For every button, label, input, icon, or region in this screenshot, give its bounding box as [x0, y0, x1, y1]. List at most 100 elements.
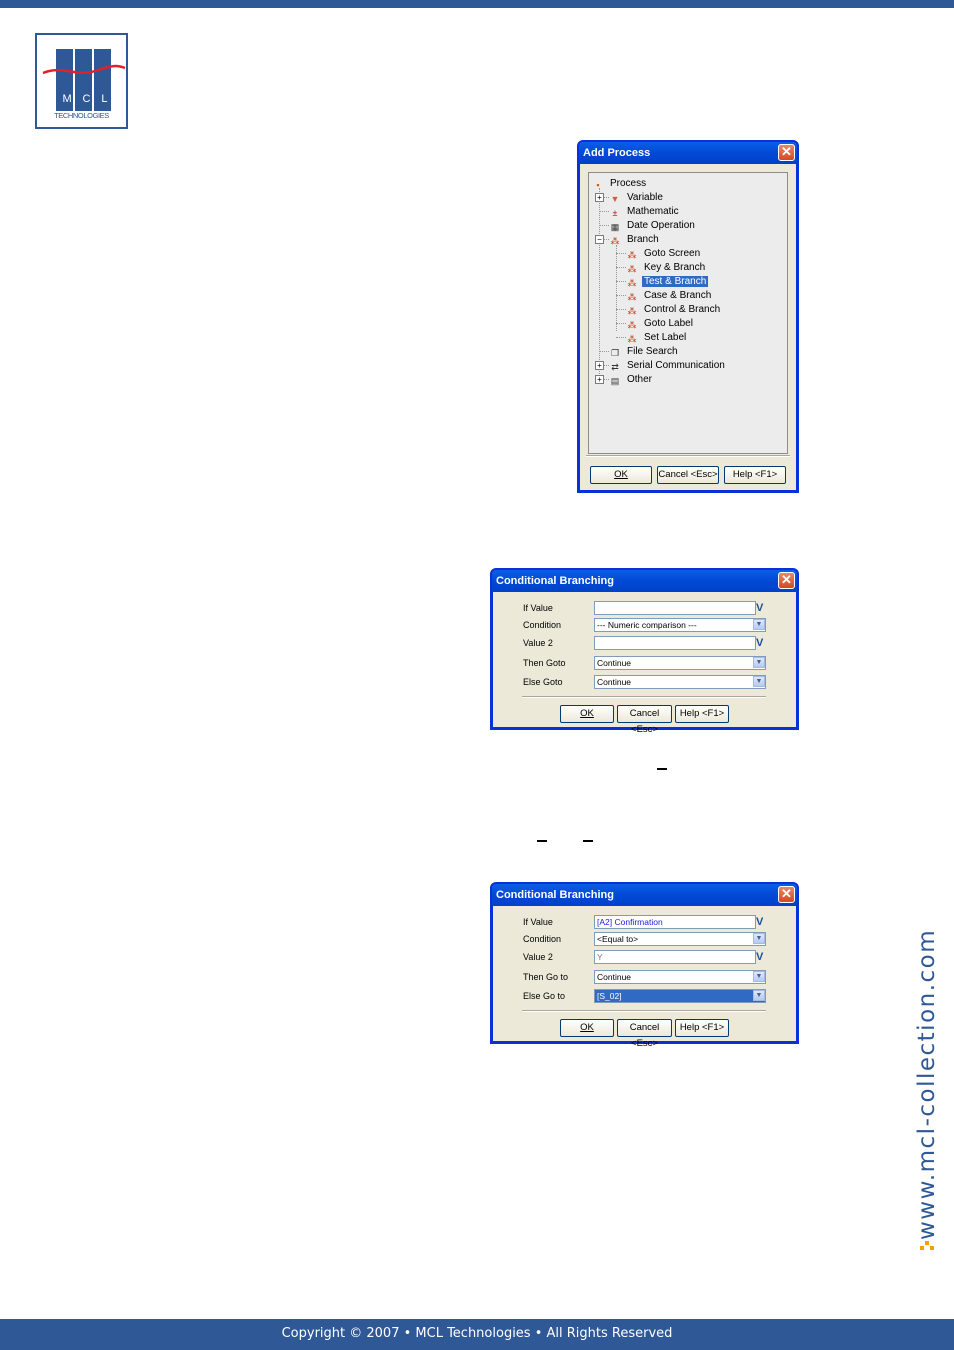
- tree-item-label: Case & Branch: [644, 290, 712, 301]
- value2-input[interactable]: Y: [594, 950, 756, 964]
- ok-label: OK: [614, 469, 628, 480]
- dialog-title: Conditional Branching: [496, 889, 614, 901]
- tree-item-label: Test & Branch: [642, 276, 709, 287]
- then-goto-label: Then Go to: [523, 972, 569, 982]
- tree-item[interactable]: ± Mathematic: [609, 205, 681, 218]
- condition-select[interactable]: <Equal to>: [594, 932, 766, 946]
- value2-input[interactable]: [594, 636, 756, 650]
- help-button[interactable]: Help <F1>: [675, 1019, 729, 1037]
- help-button[interactable]: Help <F1>: [724, 466, 786, 484]
- tree-connector: [616, 253, 626, 254]
- serial-communication-icon: ⇄: [611, 362, 619, 372]
- tree-item-label: Control & Branch: [644, 304, 721, 315]
- tree-item[interactable]: ⁂ Goto Screen: [626, 247, 702, 260]
- tree-item[interactable]: ⁂ Test & Branch: [626, 275, 709, 288]
- ok-button[interactable]: OK: [590, 466, 652, 484]
- process-icon: ▪: [596, 180, 600, 190]
- else-goto-select[interactable]: Continue: [594, 675, 766, 689]
- tree-item-label: Set Label: [644, 332, 687, 343]
- tree-item[interactable]: ⁂ Key & Branch: [626, 261, 707, 274]
- ok-button[interactable]: OK: [560, 705, 614, 723]
- tree-connector: [616, 295, 626, 296]
- dialog-title: Add Process: [583, 147, 651, 159]
- mcl-logo: M C L TECHNOLOGIES: [35, 33, 128, 129]
- condition-select[interactable]: --- Numeric comparison ---: [594, 618, 766, 632]
- logo-letter: L: [101, 93, 108, 105]
- tree-connector: [616, 337, 626, 338]
- tree-item-label: Goto Label: [644, 318, 693, 329]
- website-url[interactable]: www.mcl-collection.com: [914, 929, 940, 1240]
- variable-picker-icon[interactable]: V: [756, 636, 763, 650]
- chevron-down-icon[interactable]: ▼: [753, 676, 765, 687]
- variable-picker-icon[interactable]: V: [756, 950, 763, 964]
- tree-item[interactable]: ⁂ Branch: [609, 233, 661, 246]
- collapse-icon[interactable]: −: [595, 235, 604, 244]
- tree-connector: [616, 323, 626, 324]
- divider: [522, 696, 766, 698]
- top-bar: [0, 0, 954, 8]
- expand-icon[interactable]: +: [595, 193, 604, 202]
- tree-item-label: Serial Communication: [627, 360, 725, 371]
- dash-mark: [537, 840, 547, 842]
- chevron-down-icon[interactable]: ▼: [753, 619, 765, 630]
- tree-item-label: Mathematic: [627, 206, 679, 217]
- else-goto-select[interactable]: [S_02]: [594, 989, 766, 1003]
- expand-icon[interactable]: +: [595, 361, 604, 370]
- footer: Copyright © 2007 • MCL Technologies • Al…: [0, 1319, 954, 1350]
- branch-icon: ⁂: [627, 334, 637, 344]
- ok-button[interactable]: OK: [560, 1019, 614, 1037]
- then-goto-select[interactable]: Continue: [594, 970, 766, 984]
- cancel-button[interactable]: Cancel <Esc>: [617, 1019, 672, 1049]
- dash-mark: [583, 840, 593, 842]
- value2-label: Value 2: [523, 952, 553, 962]
- variable-picker-icon[interactable]: V: [756, 915, 763, 929]
- expand-icon[interactable]: +: [595, 375, 604, 384]
- condition-label: Condition: [523, 620, 562, 630]
- tree-item[interactable]: ▦ Date Operation: [609, 219, 697, 232]
- dash-mark: [657, 768, 667, 770]
- file-search-icon: ❐: [610, 348, 620, 358]
- then-goto-select[interactable]: Continue: [594, 656, 766, 670]
- mathematic-icon: ±: [612, 208, 618, 218]
- tree-connector: [616, 309, 626, 310]
- cancel-button[interactable]: Cancel <Esc>: [657, 466, 719, 484]
- dialog-titlebar[interactable]: Conditional Branching ✕: [492, 884, 797, 906]
- tree-item[interactable]: ❐ File Search: [609, 345, 680, 358]
- branch-icon: ⁂: [627, 278, 637, 288]
- close-icon[interactable]: ✕: [778, 886, 795, 903]
- tree-connector: [616, 267, 626, 268]
- close-icon[interactable]: ✕: [778, 144, 795, 161]
- other-icon: ▤: [610, 376, 620, 386]
- help-button[interactable]: Help <F1>: [675, 705, 729, 723]
- tree-connector: [599, 225, 609, 226]
- dialog-titlebar[interactable]: Add Process ✕: [579, 142, 797, 164]
- tree-item[interactable]: ⁂ Case & Branch: [626, 289, 713, 302]
- tree-item[interactable]: ⁂ Set Label: [626, 331, 688, 344]
- tree-item[interactable]: ⁂ Goto Label: [626, 317, 695, 330]
- tree-item[interactable]: ⁂ Control & Branch: [626, 303, 722, 316]
- tree-connector: [599, 211, 609, 212]
- variable-picker-icon[interactable]: V: [756, 601, 763, 615]
- tree-item[interactable]: ⇄ Serial Communication: [609, 359, 727, 372]
- branch-icon: ⁂: [627, 292, 637, 302]
- tree-item[interactable]: ▼ Variable: [609, 191, 665, 204]
- chevron-down-icon[interactable]: ▼: [753, 933, 765, 944]
- if-value-input[interactable]: [594, 601, 756, 615]
- dialog-title: Conditional Branching: [496, 575, 614, 587]
- then-goto-label: Then Goto: [523, 658, 566, 668]
- process-tree[interactable]: ▪ Process ▼ Variable + ± Mathematic ▦ Date Opera…: [588, 172, 788, 454]
- cancel-button[interactable]: Cancel <Esc>: [617, 705, 672, 735]
- if-value-input[interactable]: [A2] Confirmation: [594, 915, 756, 929]
- chevron-down-icon[interactable]: ▼: [753, 990, 765, 1001]
- tree-item[interactable]: ▪ Process: [592, 177, 648, 190]
- tree-item-label: Variable: [627, 192, 663, 203]
- logo-subtitle: TECHNOLOGIES: [54, 111, 109, 120]
- chevron-down-icon[interactable]: ▼: [753, 657, 765, 668]
- tree-item[interactable]: ▤ Other: [609, 373, 654, 386]
- chevron-down-icon[interactable]: ▼: [753, 971, 765, 982]
- close-icon[interactable]: ✕: [778, 572, 795, 589]
- tree-item-label: Date Operation: [627, 220, 695, 231]
- conditional-branching-dialog-filled: Conditional Branching ✕ If Value [A2] Co…: [490, 882, 799, 1049]
- dialog-titlebar[interactable]: Conditional Branching ✕: [492, 570, 797, 592]
- tree-item-label: Key & Branch: [644, 262, 706, 273]
